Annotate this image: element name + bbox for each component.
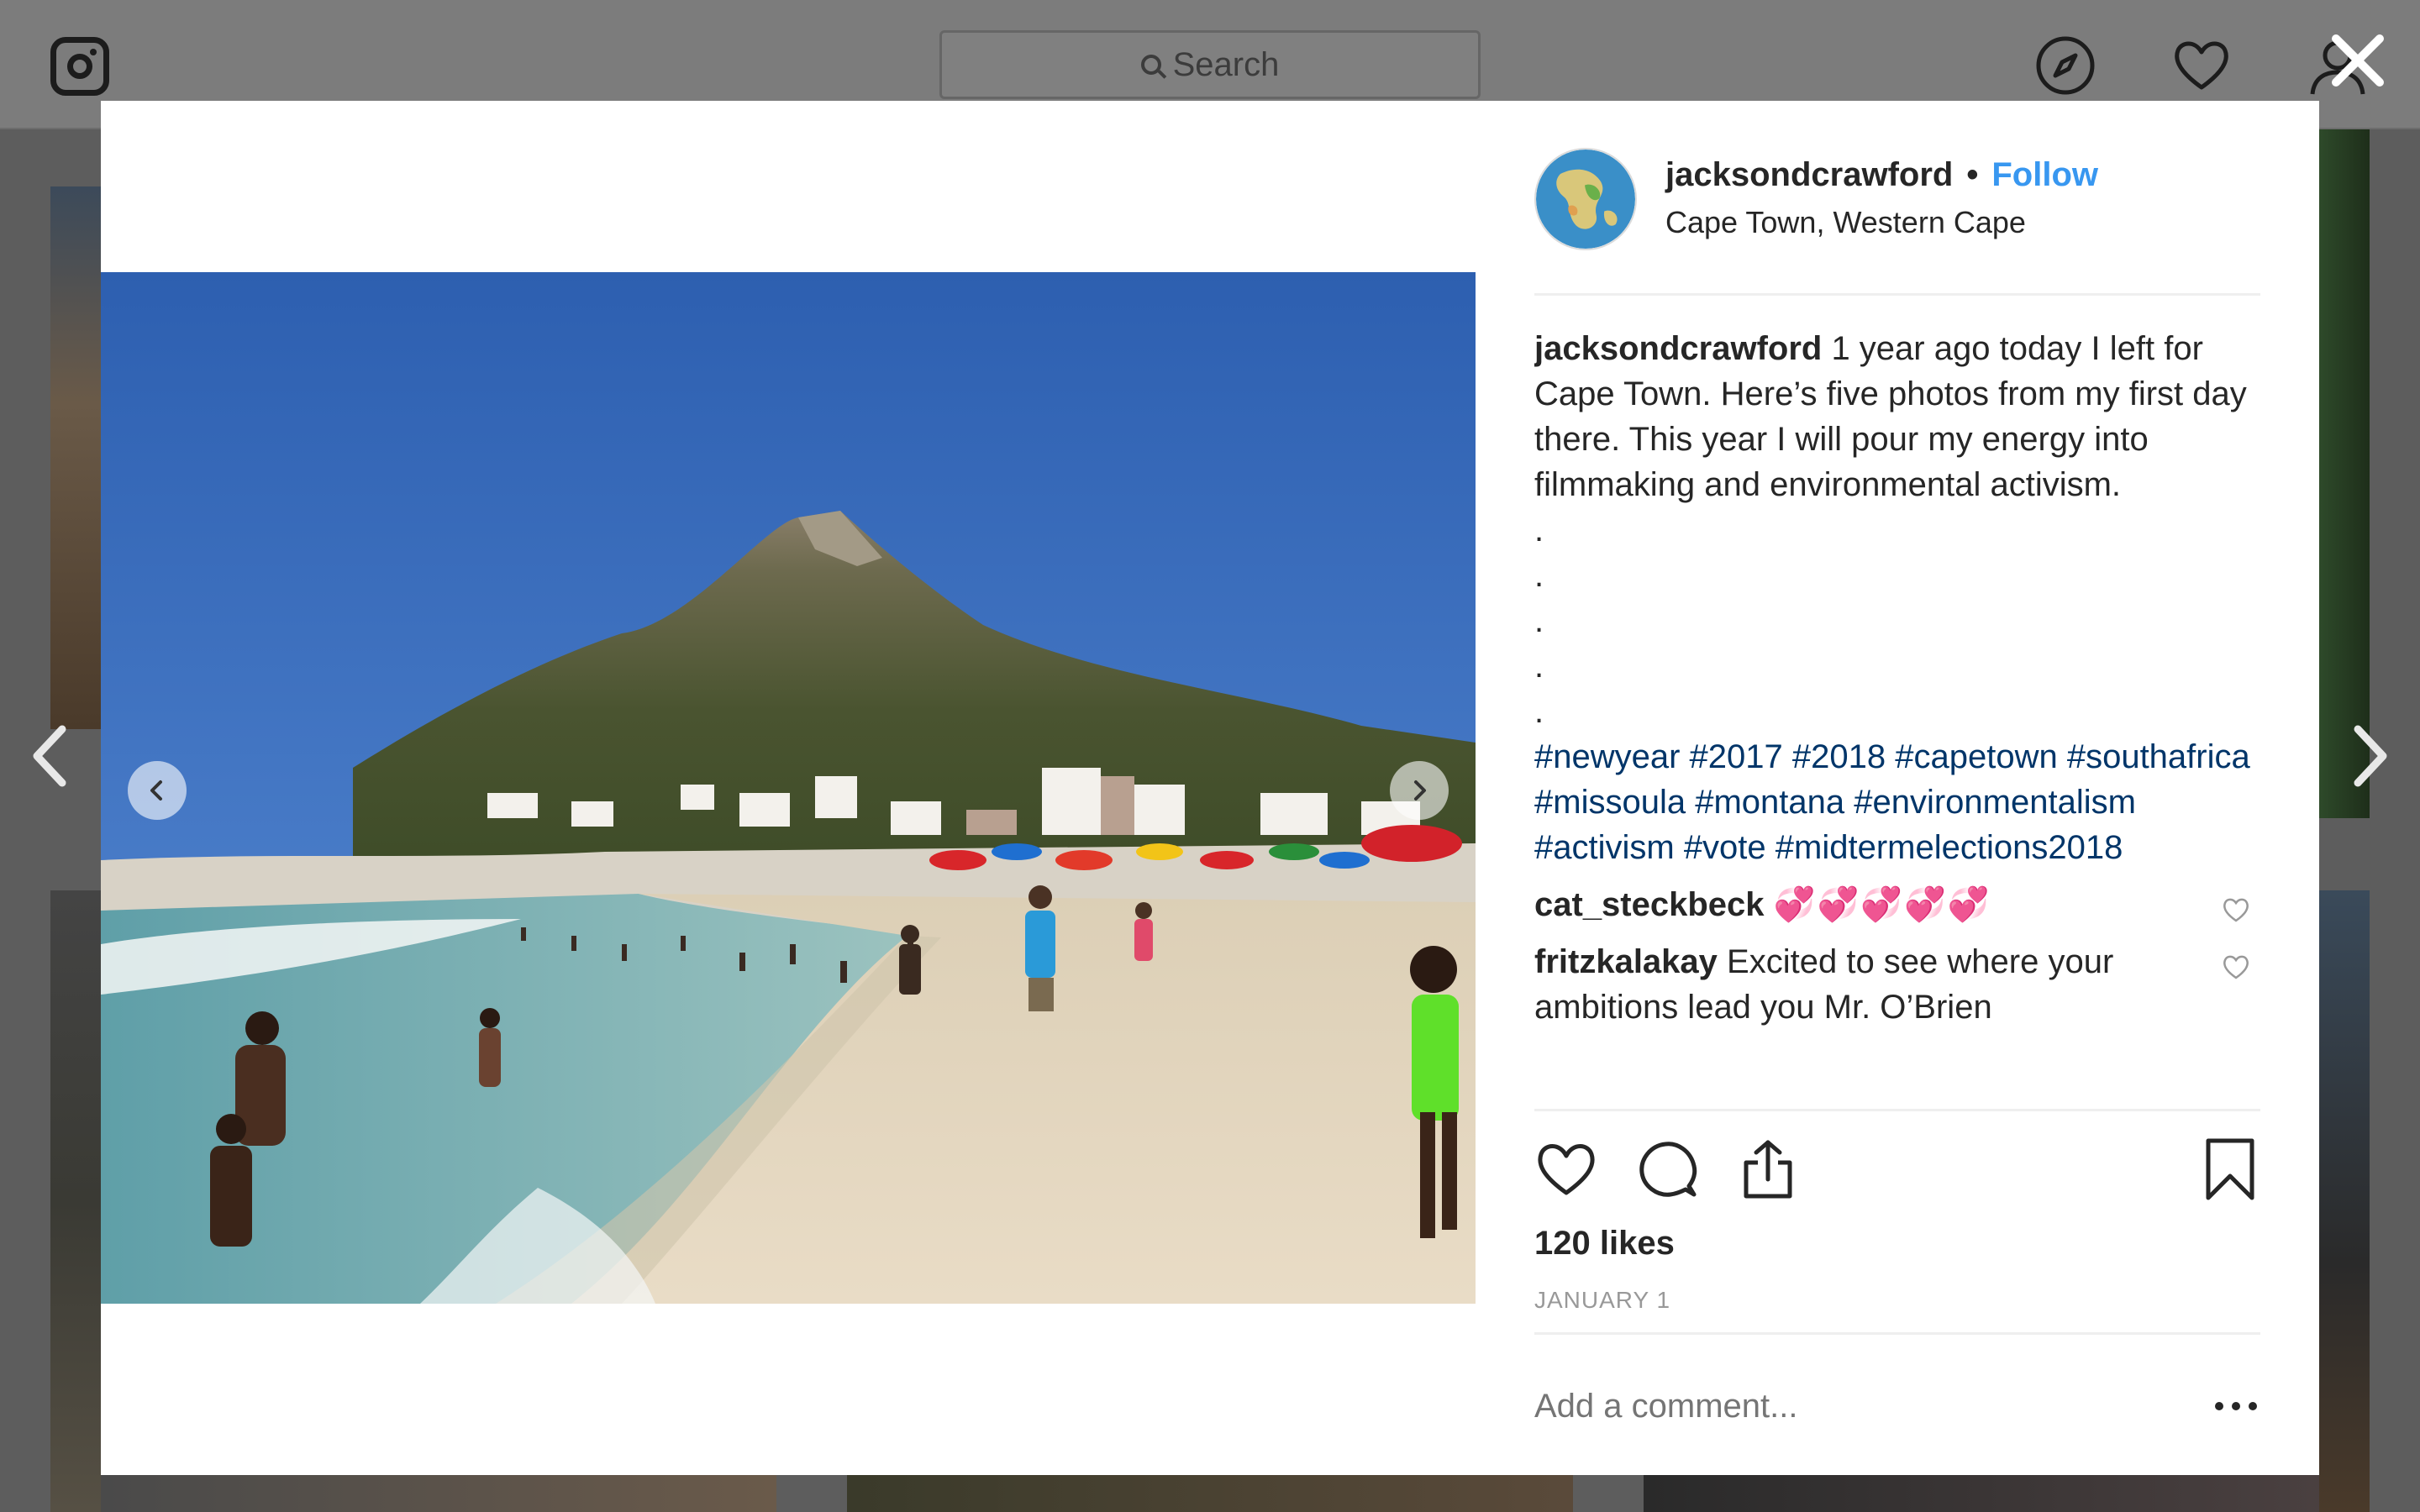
add-comment-input[interactable] [1534,1383,2190,1430]
bookmark-save-icon[interactable] [2198,1137,2262,1201]
close-icon[interactable] [2328,30,2388,91]
background-grid-tile [1644,1475,2319,1512]
search-bar[interactable]: Search [939,30,1481,99]
avatar[interactable] [1534,148,1637,250]
post-actions-bar [1534,1137,2260,1210]
separator-dot: • [1966,156,1979,193]
post-sidebar: jacksondcrawford • Follow Cape Town, Wes… [1534,101,2260,1475]
comment-username[interactable]: cat_steckbeck [1534,886,1765,923]
like-heart-icon[interactable] [1534,1137,1598,1201]
instagram-logo-icon[interactable] [50,37,109,96]
background-grid-tile [847,1475,1573,1512]
post-header: jacksondcrawford • Follow Cape Town, Wes… [1534,148,2260,296]
search-placeholder: Search [1172,45,1280,83]
post-media-area [101,101,1476,1475]
comments-list[interactable]: jacksondcrawford 1 year ago today I left… [1534,326,2260,1111]
comment-item: cat_steckbeck 💞💞💞💞💞 [1534,882,2260,927]
activity-heart-icon[interactable] [2170,34,2233,97]
background-grid-tile [101,1475,776,1512]
background-grid-tile [50,890,101,1512]
caption-dot: . [1534,512,1544,549]
search-icon [1140,55,1161,75]
comment-bubble-icon[interactable] [1635,1137,1699,1201]
comment-like-heart-icon[interactable] [2222,897,2250,922]
explore-compass-icon[interactable] [2033,34,2097,97]
caption-username[interactable]: jacksondcrawford [1534,330,1822,367]
likes-count[interactable]: 120 likes [1534,1225,1675,1263]
chevron-left-icon [150,780,162,801]
background-grid-tile [2319,890,2370,1512]
post-date: JANUARY 1 [1534,1287,1671,1313]
globe-avatar-image [1536,150,1635,249]
comment-username[interactable]: fritzkalakay [1534,943,1718,980]
background-grid-tile [50,186,101,729]
chevron-right-icon [1414,780,1426,801]
previous-post-arrow-icon[interactable] [25,722,76,790]
carousel-next-button[interactable] [1390,761,1449,820]
post-location[interactable]: Cape Town, Western Cape [1665,205,2026,240]
share-icon[interactable] [1736,1137,1800,1201]
caption-dot: . [1534,693,1544,730]
post-caption: jacksondcrawford 1 year ago today I left… [1534,326,2260,507]
post-photo-beach[interactable] [101,272,1476,1304]
post-author-username[interactable]: jacksondcrawford [1665,156,1953,194]
divider [1534,1332,2260,1335]
background-grid-tile [2319,129,2370,818]
comment-like-heart-icon[interactable] [2222,954,2250,979]
more-options-icon[interactable] [2215,1389,2257,1423]
caption-dot: . [1534,648,1544,685]
caption-dot: . [1534,602,1544,639]
comment-item: fritzkalakay Excited to see where your a… [1534,939,2260,1030]
follow-button[interactable]: Follow [1991,156,2098,194]
post-modal: jacksondcrawford • Follow Cape Town, Wes… [101,101,2319,1475]
carousel-previous-button[interactable] [128,761,187,820]
post-author-row: jacksondcrawford • Follow [1665,156,2098,194]
comment-text: 💞💞💞💞💞 [1773,886,1991,923]
next-post-arrow-icon[interactable] [2344,722,2395,790]
caption-dot: . [1534,557,1544,594]
caption-hashtags[interactable]: #newyear #2017 #2018 #capetown #southafr… [1534,734,2260,870]
